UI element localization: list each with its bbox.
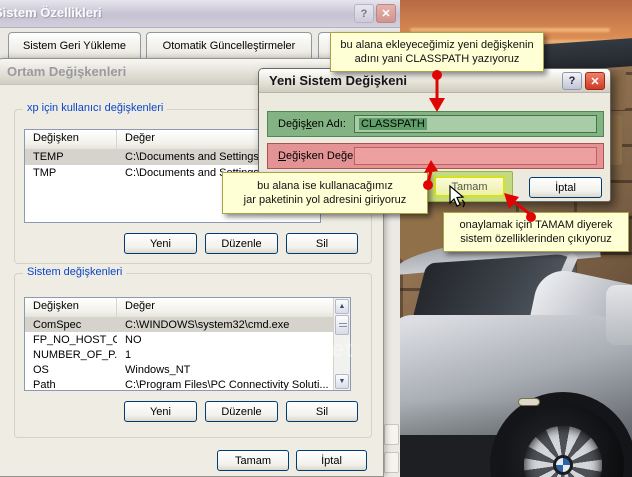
var-value: C:\WINDOWS\system32\cmd.exe xyxy=(117,319,350,331)
cancel-button[interactable]: İptal xyxy=(296,450,367,471)
var-value: C:\Program Files\PC Connectivity Soluti.… xyxy=(117,379,350,391)
ok-button[interactable]: Tamam xyxy=(217,450,289,471)
scroll-up-icon[interactable]: ▲ xyxy=(335,299,349,314)
help-icon[interactable]: ? xyxy=(354,4,374,23)
group-label: xp için kullanıcı değişkenleri xyxy=(23,102,167,114)
variable-value-row: Değişken Değeri: xyxy=(267,143,604,169)
tab-sistem-geri-yukleme[interactable]: Sistem Geri Yükleme xyxy=(8,32,141,59)
var-name: ComSpec xyxy=(25,319,117,331)
table-row[interactable]: Path C:\Program Files\PC Connectivity So… xyxy=(25,377,350,391)
var-name: FP_NO_HOST_C... xyxy=(25,334,117,346)
close-icon[interactable]: ✕ xyxy=(376,4,396,23)
selected-text: CLASSPATH xyxy=(359,118,427,130)
var-value: Windows_NT xyxy=(117,364,350,376)
window-titlebar[interactable]: Sistem Özellikleri ? ✕ xyxy=(0,0,400,28)
var-value: NO xyxy=(117,334,350,346)
column-header[interactable]: Değer xyxy=(117,298,350,317)
var-name: TMP xyxy=(25,167,117,179)
var-name: TEMP xyxy=(25,151,117,163)
screen: Sistem Özellikleri ? ✕ Sistem Geri Yükle… xyxy=(0,0,632,477)
table-row[interactable]: OS Windows_NT xyxy=(25,362,350,377)
alloy-rim xyxy=(524,426,602,477)
system-variables-table[interactable]: Değişken Değer ComSpec C:\WINDOWS\system… xyxy=(24,297,351,391)
user-new-button[interactable]: Yeni xyxy=(124,233,197,254)
table-row[interactable]: NUMBER_OF_P... 1 xyxy=(25,347,350,362)
scrollbar[interactable]: ▲ ▼ xyxy=(333,298,350,390)
window-title: Sistem Özellikleri xyxy=(0,5,102,20)
ok-button-highlight: Tamam xyxy=(425,171,513,202)
table-header: Değişken Değer xyxy=(25,298,350,317)
tab-label: Otomatik Güncelleştirmeler xyxy=(163,40,296,52)
var-name: NUMBER_OF_P... xyxy=(25,349,117,361)
variable-name-field[interactable]: CLASSPATH xyxy=(354,115,597,133)
var-name: Path xyxy=(25,379,117,391)
annotation-confirm: onaylamak için TAMAM diyereksistem özell… xyxy=(443,212,629,252)
variable-name-label: Değişken Adı: xyxy=(278,118,346,130)
scroll-down-icon[interactable]: ▼ xyxy=(335,374,349,389)
window-edge-chip xyxy=(384,424,399,445)
user-delete-button[interactable]: Sil xyxy=(286,233,358,254)
annotation-jar-path: bu alana ise kullanacağımızjar paketinin… xyxy=(222,172,428,214)
dialog-title: Ortam Değişkenleri xyxy=(7,64,126,79)
side-marker xyxy=(518,398,540,406)
close-icon[interactable]: ✕ xyxy=(585,72,605,90)
table-row[interactable]: ComSpec C:\WINDOWS\system32\cmd.exe xyxy=(25,317,350,332)
group-label: Sistem değişkenleri xyxy=(23,266,126,278)
annotation-classpath: bu alana ekleyeceğimiz yeni değişkeninad… xyxy=(330,32,544,72)
dialog-title: Yeni Sistem Değişkeni xyxy=(269,73,407,88)
system-delete-button[interactable]: Sil xyxy=(286,401,358,422)
car-headlight xyxy=(606,285,632,345)
var-name: OS xyxy=(25,364,117,376)
user-edit-button[interactable]: Düzenle xyxy=(205,233,278,254)
tab-otomatik-guncellestirmeler[interactable]: Otomatik Güncelleştirmeler xyxy=(146,32,312,59)
bmw-logo xyxy=(553,455,573,475)
window-edge-chip xyxy=(384,452,399,473)
ok-button[interactable]: Tamam xyxy=(434,176,505,197)
help-icon[interactable]: ? xyxy=(562,72,582,90)
variable-value-field[interactable] xyxy=(354,147,597,165)
tab-label: Sistem Geri Yükleme xyxy=(23,40,126,52)
column-header[interactable]: Değişken xyxy=(25,298,117,317)
system-new-button[interactable]: Yeni xyxy=(124,401,197,422)
variable-value-label: Değişken Değeri: xyxy=(278,150,362,162)
scrollbar-thumb[interactable] xyxy=(335,315,349,335)
column-header[interactable]: Değişken xyxy=(25,130,117,149)
dialog-titlebar[interactable]: Yeni Sistem Değişkeni ? ✕ xyxy=(259,69,610,93)
table-row[interactable]: FP_NO_HOST_C... NO xyxy=(25,332,350,347)
system-edit-button[interactable]: Düzenle xyxy=(205,401,278,422)
cancel-button[interactable]: İptal xyxy=(529,177,602,198)
variable-name-row: Değişken Adı: CLASSPATH xyxy=(267,111,604,137)
var-value: 1 xyxy=(117,349,350,361)
thumb-grip xyxy=(339,323,347,329)
